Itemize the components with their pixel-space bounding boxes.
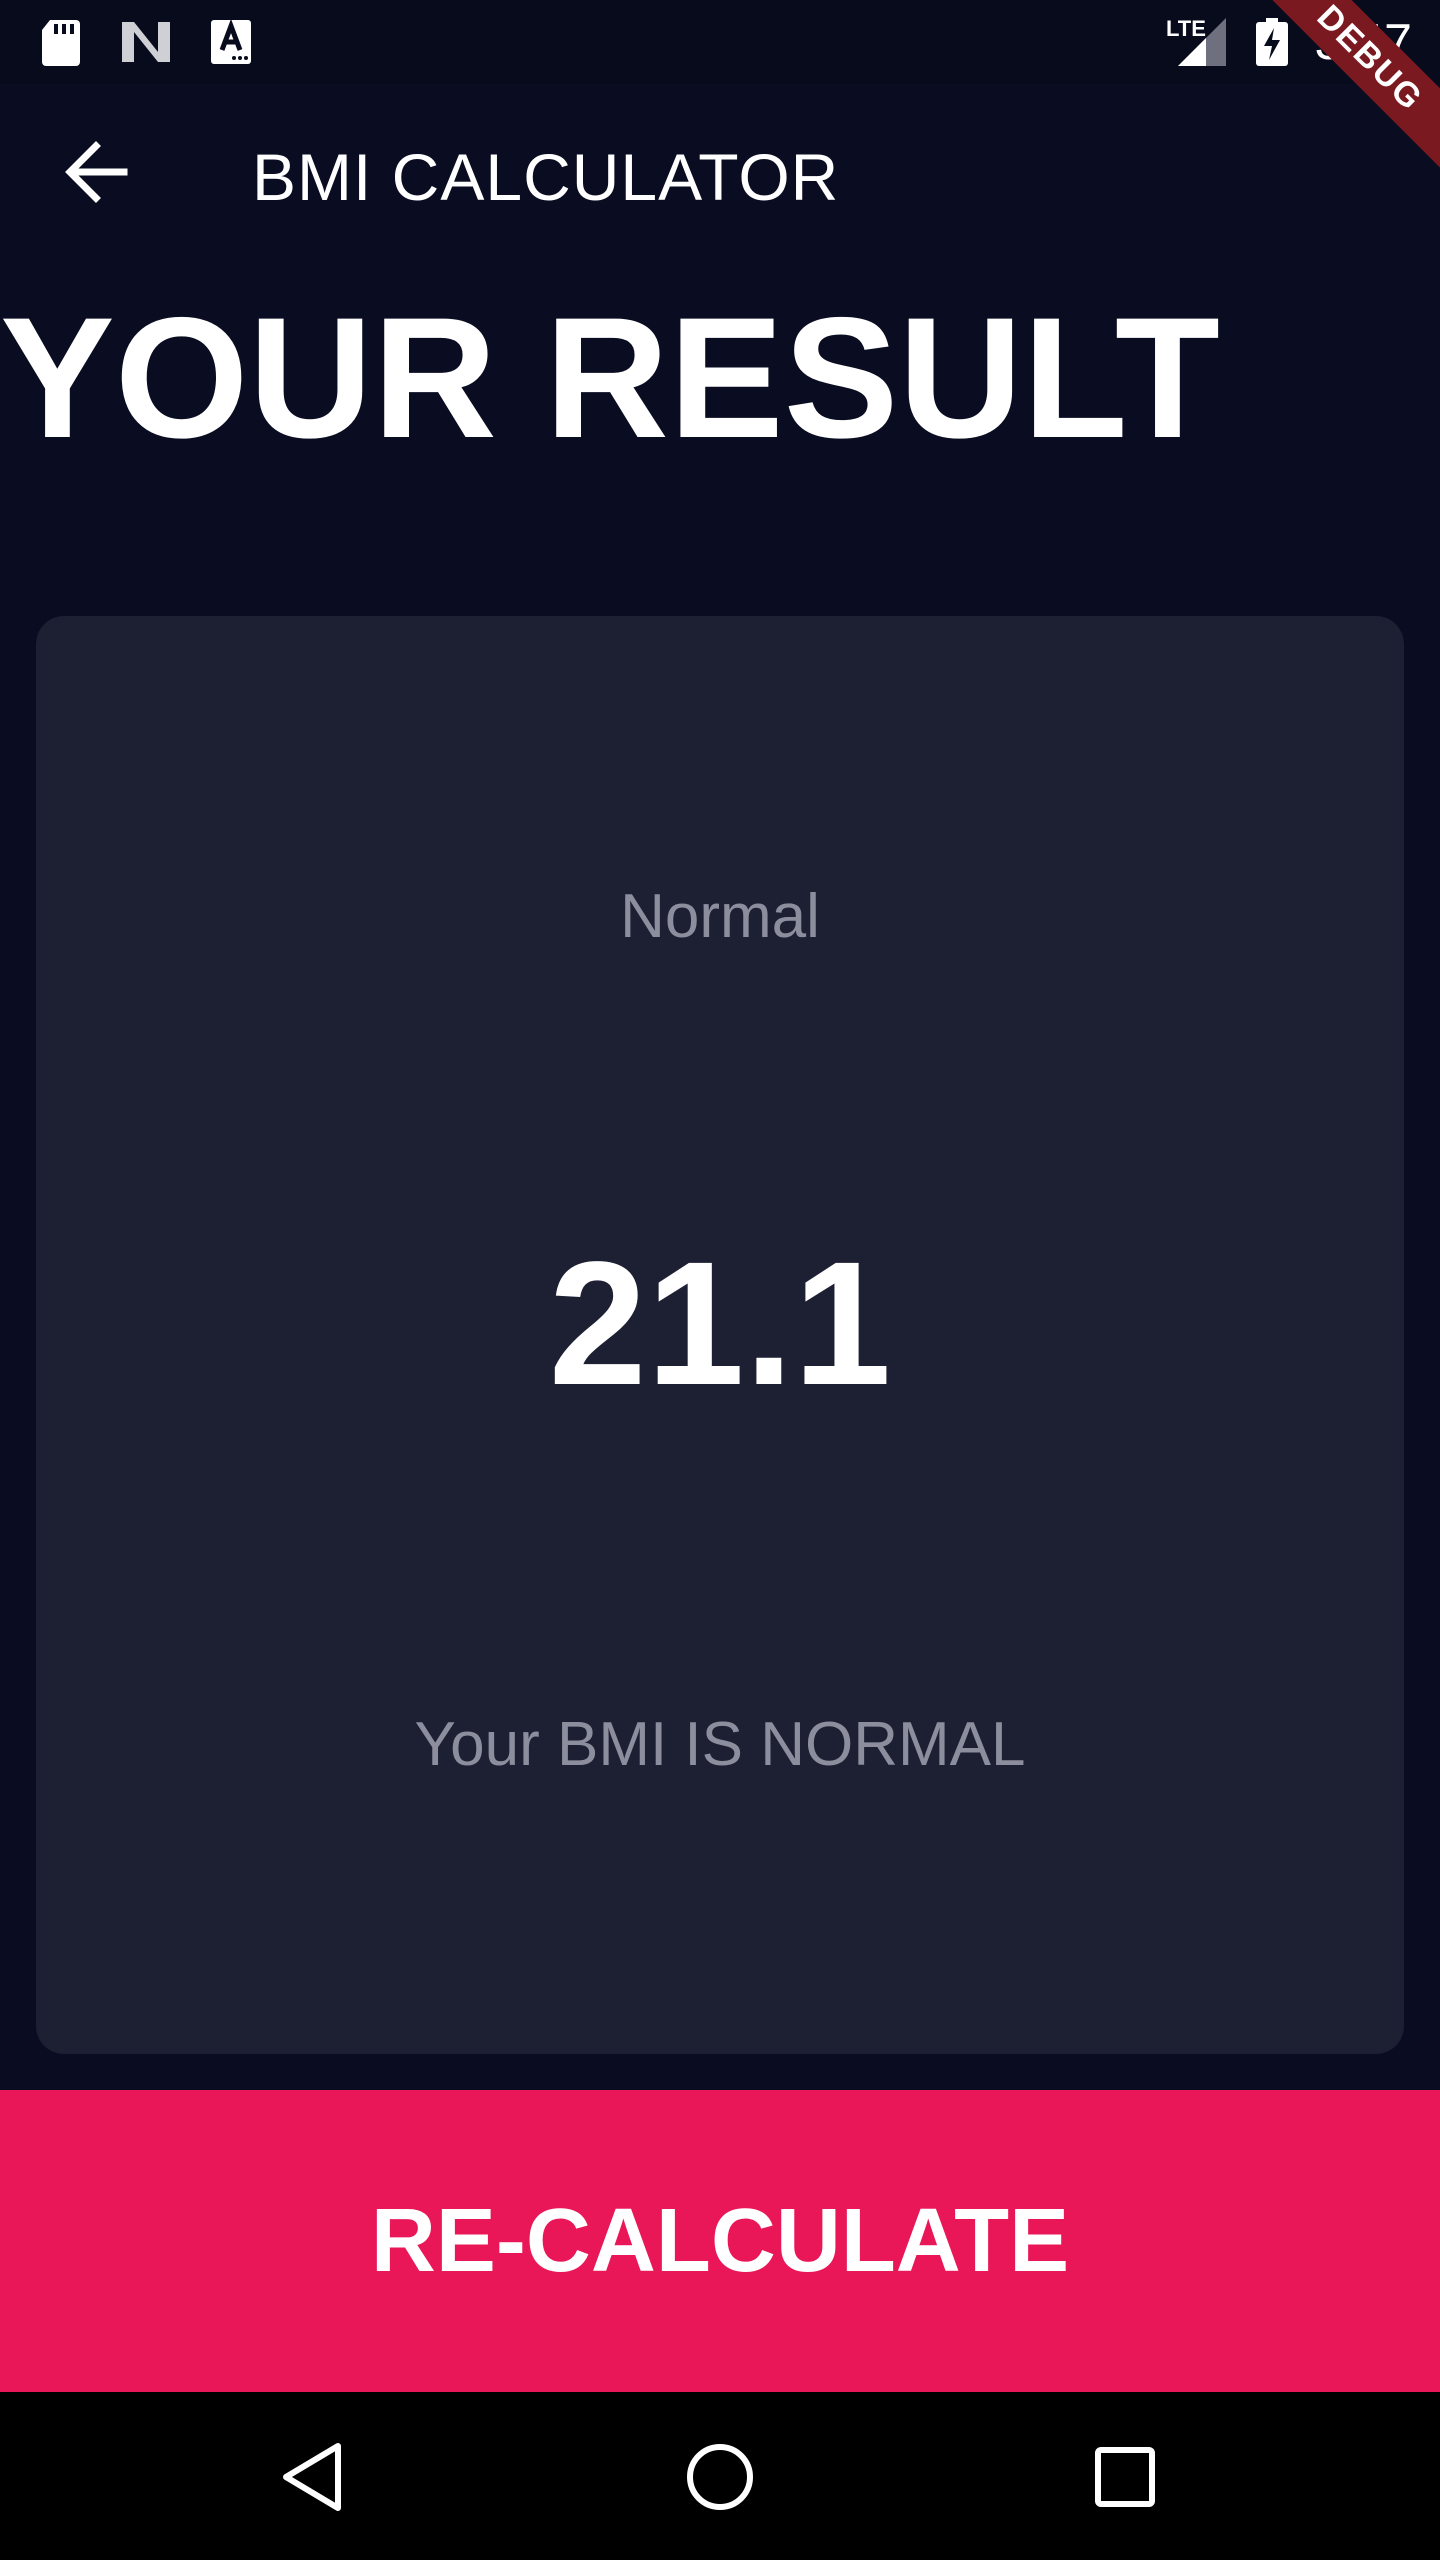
result-message: Your BMI IS NORMAL <box>414 1710 1026 1779</box>
navigation-bar <box>0 2392 1440 2560</box>
sd-card-icon <box>42 20 80 66</box>
page-title: YOUR RESULT <box>0 282 1220 474</box>
battery-charging-icon <box>1256 18 1288 66</box>
recents-icon[interactable] <box>1080 2432 1170 2522</box>
app-title: BMI CALCULATOR <box>252 140 840 214</box>
a-notification-icon <box>211 18 251 64</box>
result-card: Normal 21.1 Your BMI IS NORMAL <box>36 616 1404 2054</box>
app-bar: BMI CALCULATOR <box>0 84 1440 280</box>
arrow-back-icon[interactable] <box>50 124 146 220</box>
recalculate-label: RE-CALCULATE <box>370 2191 1070 2291</box>
back-icon[interactable] <box>272 2432 362 2522</box>
status-bar: LTE 3:47 <box>0 0 1440 84</box>
home-icon[interactable] <box>675 2432 765 2522</box>
result-category: Normal <box>620 882 820 951</box>
n-notification-icon <box>122 22 170 62</box>
recalculate-button[interactable]: RE-CALCULATE <box>0 2090 1440 2392</box>
signal-icon <box>1178 18 1226 66</box>
bmi-value: 21.1 <box>548 1226 892 1422</box>
